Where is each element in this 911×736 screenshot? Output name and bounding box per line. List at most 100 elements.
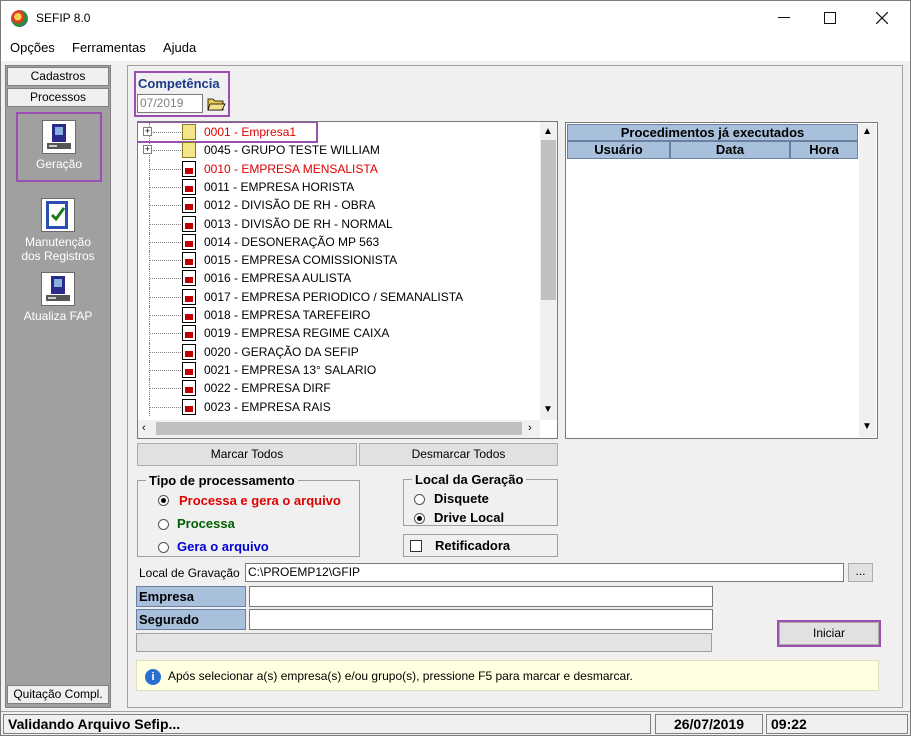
computer-disk-icon <box>41 272 75 306</box>
tab-quitacao-compl[interactable]: Quitação Compl. <box>7 685 109 704</box>
launcher-manutencao[interactable]: Manutenção dos Registros <box>6 198 110 263</box>
tree-item[interactable]: 0011 - EMPRESA HORISTA <box>138 177 538 197</box>
menu-opcoes[interactable]: Opções <box>10 40 55 55</box>
tree-connector <box>150 406 181 408</box>
tree-item[interactable]: 0022 - EMPRESA DIRF <box>138 379 538 398</box>
maximize-button[interactable] <box>807 1 853 35</box>
tree-connector <box>150 223 181 225</box>
tree-connector <box>153 132 181 133</box>
company-document-icon <box>182 197 196 214</box>
launcher-geracao[interactable]: Geração <box>16 112 102 182</box>
tree-item[interactable]: 0014 - DESONERAÇÃO MP 563 <box>138 232 538 252</box>
tree-horizontal-scrollbar[interactable]: ‹ › <box>138 420 540 438</box>
launcher-atualiza-fap-label: Atualiza FAP <box>23 309 93 323</box>
tree-connector <box>150 278 181 280</box>
company-document-icon <box>182 160 196 177</box>
launcher-atualiza-fap[interactable]: Atualiza FAP <box>6 272 110 323</box>
tree-connector <box>150 315 181 316</box>
tree-item-label: 0015 - EMPRESA COMISSIONISTA <box>204 253 398 268</box>
title-bar: SEFIP 8.0 <box>1 1 910 35</box>
company-tree-rows: +0001 - Empresa1 +0045 - GRUPO TESTE WILL… <box>138 122 540 420</box>
open-folder-icon <box>207 98 226 111</box>
procedures-scrollbar[interactable]: ▲ ▼ <box>859 124 876 437</box>
option-gera-arquivo-label: Gera o arquivo <box>177 539 269 554</box>
radio-processa[interactable] <box>158 519 169 530</box>
tree-item-label: 0001 - Empresa1 <box>204 125 297 139</box>
column-data[interactable]: Data <box>670 141 790 159</box>
tab-cadastros[interactable]: Cadastros <box>7 67 109 86</box>
tree-vertical-scrollbar[interactable]: ▲ ▼ <box>540 122 557 420</box>
tree-item[interactable]: 0010 - EMPRESA MENSALISTA <box>138 159 538 178</box>
tab-processos[interactable]: Processos <box>7 88 109 107</box>
scroll-up-icon[interactable]: ▲ <box>543 126 553 137</box>
group-folder-icon <box>182 124 196 140</box>
company-document-icon <box>182 325 196 342</box>
empresa-field <box>249 586 713 607</box>
expand-icon[interactable]: + <box>143 145 152 155</box>
radio-processa-gera[interactable] <box>158 495 169 506</box>
menu-ajuda[interactable]: Ajuda <box>163 40 196 55</box>
radio-gera-arquivo[interactable] <box>158 542 169 553</box>
info-bar: i Após selecionar a(s) empresa(s) e/ou g… <box>136 660 879 691</box>
tree-connector <box>150 369 181 371</box>
tree-item[interactable]: 0016 - EMPRESA AULISTA <box>138 269 538 288</box>
column-hora[interactable]: Hora <box>790 141 858 159</box>
generation-location-group: Local da Geração Disquete Drive Local <box>403 472 558 526</box>
competencia-label: Competência <box>138 76 220 91</box>
status-message: Validando Arquivo Sefip... <box>3 714 651 734</box>
mark-all-button[interactable]: Marcar Todos <box>137 443 357 466</box>
browse-button[interactable]: ... <box>848 563 873 582</box>
tree-item-label: 0010 - EMPRESA MENSALISTA <box>204 161 378 176</box>
scroll-left-icon[interactable]: ‹ <box>142 422 146 434</box>
tree-item[interactable]: 0015 - EMPRESA COMISSIONISTA <box>138 251 538 270</box>
tree-scroll-thumb[interactable] <box>541 140 556 300</box>
tree-item[interactable]: 0021 - EMPRESA 13° SALARIO <box>138 360 538 380</box>
unmark-all-button[interactable]: Desmarcar Todos <box>359 443 558 466</box>
radio-disquete[interactable] <box>414 494 425 505</box>
column-usuario[interactable]: Usuário <box>567 141 670 159</box>
start-button[interactable]: Iniciar <box>777 620 881 647</box>
tree-hscroll-thumb[interactable] <box>156 422 522 435</box>
empresa-label: Empresa <box>136 586 246 607</box>
tree-item[interactable]: 0012 - DIVISÃO DE RH - OBRA <box>138 196 538 215</box>
tree-connector <box>150 186 181 188</box>
tree-item[interactable]: +0045 - GRUPO TESTE WILLIAM <box>138 141 538 160</box>
generation-location-title: Local da Geração <box>412 472 527 487</box>
local-gravacao-input[interactable]: C:\PROEMP12\GFIP <box>245 563 844 582</box>
open-folder-button[interactable] <box>206 94 226 113</box>
competencia-input[interactable]: 07/2019 <box>137 94 203 113</box>
tree-item[interactable]: 0023 - EMPRESA RAIS <box>138 397 538 416</box>
tree-item[interactable]: 0017 - EMPRESA PERIODICO / SEMANALISTA <box>138 287 538 306</box>
company-document-icon <box>182 361 196 378</box>
close-icon <box>876 12 888 24</box>
tree-item[interactable]: 0013 - DIVISÃO DE RH - NORMAL <box>138 214 538 233</box>
tree-item[interactable]: 0018 - EMPRESA TAREFEIRO <box>138 306 538 325</box>
company-document-icon <box>182 215 196 232</box>
retificadora-checkbox[interactable] <box>410 540 422 552</box>
scroll-up-icon[interactable]: ▲ <box>862 126 872 137</box>
expand-icon[interactable]: + <box>143 127 152 136</box>
radio-drive-local[interactable] <box>414 513 425 524</box>
scroll-down-icon[interactable]: ▼ <box>543 404 553 415</box>
minimize-button[interactable] <box>761 1 807 35</box>
app-window: SEFIP 8.0 Opções Ferramentas Ajuda Cadas… <box>0 0 911 736</box>
tree-item-label: 0020 - GERAÇÃO DA SEFIP <box>204 344 359 359</box>
tree-item[interactable]: 0020 - GERAÇÃO DA SEFIP <box>138 342 538 361</box>
segurado-field <box>249 609 713 630</box>
menu-ferramentas[interactable]: Ferramentas <box>72 40 146 55</box>
tree-item[interactable]: 0019 - EMPRESA REGIME CAIXA <box>138 324 538 343</box>
tree-item-label: 0017 - EMPRESA PERIODICO / SEMANALISTA <box>204 289 464 304</box>
company-document-icon <box>182 380 196 397</box>
tree-connector <box>150 333 181 335</box>
close-button[interactable] <box>859 1 905 35</box>
left-navigation-panel: Cadastros Processos Geração Manutenção d… <box>5 65 111 708</box>
procedures-panel: Procedimentos já executados Usuário Data… <box>565 122 878 439</box>
tree-connector <box>150 296 181 298</box>
company-document-icon <box>182 270 196 287</box>
scroll-right-icon[interactable]: › <box>528 422 532 434</box>
company-tree[interactable]: +0001 - Empresa1 +0045 - GRUPO TESTE WILL… <box>137 121 558 439</box>
tree-connector <box>150 351 181 353</box>
scroll-down-icon[interactable]: ▼ <box>862 421 872 432</box>
tree-item[interactable]: +0001 - Empresa1 <box>138 122 318 143</box>
option-processa-gera-label: Processa e gera o arquivo <box>179 493 341 508</box>
